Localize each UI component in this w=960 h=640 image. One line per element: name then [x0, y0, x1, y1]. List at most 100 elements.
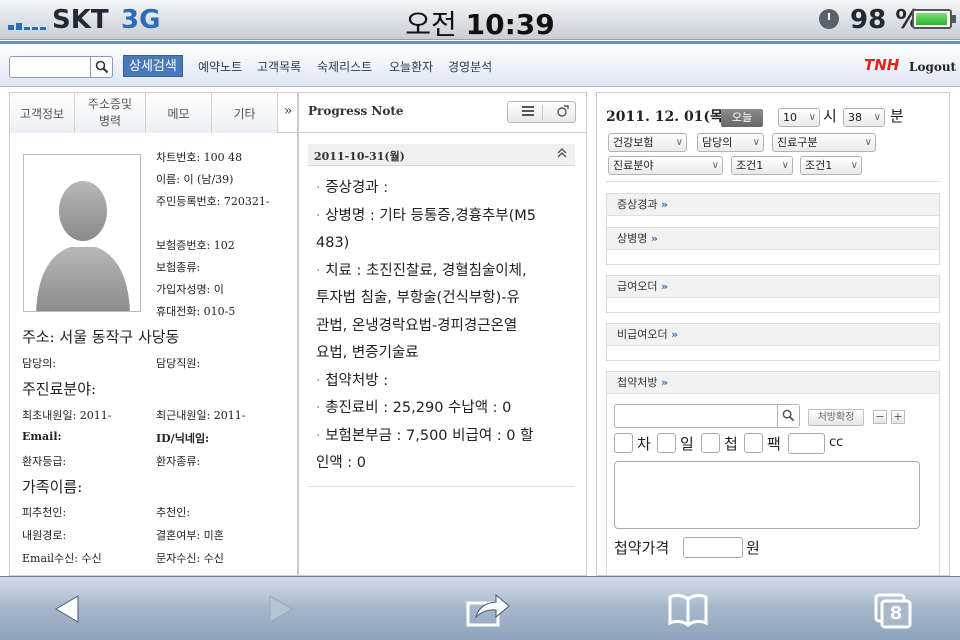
edit-note-icon[interactable] — [552, 105, 572, 120]
checkbox-paek[interactable] — [744, 433, 763, 453]
hour-select[interactable]: 10 ∨ — [778, 108, 820, 127]
divider — [308, 486, 575, 487]
back-arrow-icon[interactable] — [46, 589, 90, 629]
today-button[interactable]: 오늘 — [721, 109, 763, 127]
non-insured-order-section[interactable]: 비급여오더 » — [606, 323, 940, 361]
insurance-type: 보험종류: — [156, 261, 201, 274]
search-icon[interactable] — [777, 405, 799, 427]
clock-period: 오전 — [405, 8, 457, 41]
note-line: · 상병명 : 기타 등통증,경흉추부(M5 — [316, 207, 537, 224]
tab-memo[interactable]: 메모 — [146, 93, 212, 133]
expand-chevron-icon: » — [660, 376, 669, 389]
condition1-select[interactable]: 조건1 ∨ — [731, 156, 793, 175]
price-input[interactable] — [683, 537, 743, 558]
checkbox-cha[interactable] — [614, 433, 633, 453]
referrer: 추천인: — [156, 506, 191, 519]
logout-link[interactable]: Logout — [909, 60, 956, 74]
battery-level — [916, 13, 948, 25]
check-label: 일 — [680, 435, 694, 453]
customer-name: 이름: 이 (남/39) — [156, 173, 234, 186]
browser-toolbar: 8 — [0, 576, 960, 640]
check-label: 차 — [637, 435, 651, 453]
progress-note-title: Progress Note — [308, 104, 404, 118]
prescription-textarea[interactable] — [614, 461, 920, 529]
quick-search-input[interactable] — [12, 59, 90, 75]
tab-label-2: 병력 — [98, 114, 122, 128]
share-icon[interactable] — [466, 589, 510, 629]
insured-order-section[interactable]: 급여오더 » — [606, 275, 940, 313]
note-line: 인액 : 0 — [316, 455, 367, 471]
condition2-select[interactable]: 조건1 ∨ — [800, 156, 862, 175]
chevron-down-icon: ∨ — [808, 112, 816, 123]
doctor-select[interactable]: 담당의 ∨ — [697, 133, 764, 152]
tab-symptoms-history[interactable]: 주소증및 병력 — [75, 93, 146, 133]
chevron-down-icon: ∨ — [752, 137, 760, 148]
marital-status: 결혼여부: 미혼 — [156, 529, 224, 542]
nickname-label: ID/닉네임: — [156, 432, 210, 445]
note-date-bar[interactable]: 2011-10-31(월) — [308, 144, 575, 166]
divider — [606, 181, 940, 182]
email-subscription: Email수신: 수신 — [22, 552, 102, 565]
bookmarks-icon[interactable] — [666, 589, 710, 629]
new-note-panel: 2011. 12. 01(목) 오늘 10 ∨ 시 38 ∨ 분 건강보험 ∨ 담당의… — [596, 92, 950, 576]
battery-percent: 98 % — [850, 5, 922, 35]
status-clock: 오전 10:39 — [0, 3, 960, 43]
note-date: 2011-10-31(월) — [314, 150, 405, 163]
avatar-placeholder-icon — [36, 181, 130, 311]
patient-type: 환자종류: — [156, 455, 201, 468]
hour-unit: 시 — [823, 107, 837, 125]
cc-label: cc — [829, 435, 844, 450]
patient-grade: 환자등급: — [22, 455, 67, 468]
nav-link-reservation[interactable]: 예약노트 — [198, 58, 242, 75]
treatment-type-select[interactable]: 진료구분 ∨ — [772, 133, 876, 152]
check-label: 팩 — [767, 435, 781, 453]
cc-input[interactable] — [788, 433, 825, 454]
alarm-clock-icon — [819, 9, 839, 29]
customer-photo — [23, 154, 141, 312]
herbal-prescription-header[interactable]: 첩약처방 » — [607, 372, 939, 394]
subscriber-name: 가입자성명: 이 — [156, 283, 224, 296]
prescription-search-input[interactable] — [614, 404, 800, 428]
detail-search-button[interactable]: 상세검색 — [123, 55, 183, 77]
insurance-select[interactable]: 건강보험 ∨ — [608, 133, 687, 152]
tab-customer-info[interactable]: 고객정보 — [10, 93, 75, 133]
chevron-down-icon: ∨ — [850, 160, 858, 171]
chevron-down-icon: ∨ — [675, 137, 683, 148]
status-bar: SKT 3G 오전 10:39 98 % — [0, 0, 960, 43]
checkbox-il[interactable] — [657, 433, 676, 453]
tab-label: 기타 — [233, 107, 256, 121]
add-button[interactable]: + — [891, 410, 905, 424]
address: 주소: 서울 동작구 사당동 — [22, 328, 180, 346]
tab-label: 메모 — [167, 107, 190, 121]
checkbox-cheop[interactable] — [701, 433, 720, 453]
tab-etc[interactable]: 기타 — [212, 93, 278, 133]
forward-arrow-icon[interactable] — [258, 589, 302, 629]
nav-link-customers[interactable]: 고객목록 — [257, 58, 301, 75]
quick-search — [9, 56, 113, 78]
chevron-down-icon: ∨ — [711, 160, 719, 171]
tabs-icon[interactable]: 8 — [870, 589, 914, 629]
list-view-icon[interactable] — [518, 105, 538, 120]
note-line: · 첩약처방 : — [316, 372, 389, 389]
tab-label: 고객정보 — [19, 107, 65, 121]
collapse-chevron-icon[interactable] — [557, 147, 567, 162]
progress-note-header: Progress Note — [299, 93, 586, 133]
diagnosis-section[interactable]: 상병명 » — [606, 227, 940, 265]
symptom-progress-section[interactable]: 증상경과 » — [606, 193, 940, 231]
tab-count: 8 — [889, 603, 903, 624]
first-visit-date: 최초내원일: 2011- — [22, 409, 112, 422]
confirm-prescription-button[interactable]: 처방확정 — [808, 409, 864, 426]
note-body: · 증상경과 : · 상병명 : 기타 등통증,경흉추부(M5 483) · 치… — [316, 175, 574, 478]
customer-info-panel: 고객정보 주소증및 병력 메모 기타 » 차트번호: 100 48 이름: 이 … — [9, 92, 298, 576]
minute-select[interactable]: 38 ∨ — [843, 108, 885, 127]
search-icon[interactable] — [90, 57, 112, 77]
nav-link-today-patients[interactable]: 오늘환자 — [389, 58, 433, 75]
tabs-more-button[interactable]: » — [278, 103, 297, 119]
herbal-prescription-section: 첩약처방 » 처방확정 − + 차 일 첩 팩 cc 첩약가격 원 — [606, 371, 940, 575]
nav-link-homework[interactable]: 숙제리스트 — [317, 58, 372, 75]
minute-unit: 분 — [890, 107, 904, 125]
treatment-field-select[interactable]: 진료분야 ∨ — [608, 156, 723, 175]
visit-path: 내원경로: — [22, 529, 67, 542]
nav-link-analytics[interactable]: 경영분석 — [448, 58, 492, 75]
remove-button[interactable]: − — [873, 410, 887, 424]
